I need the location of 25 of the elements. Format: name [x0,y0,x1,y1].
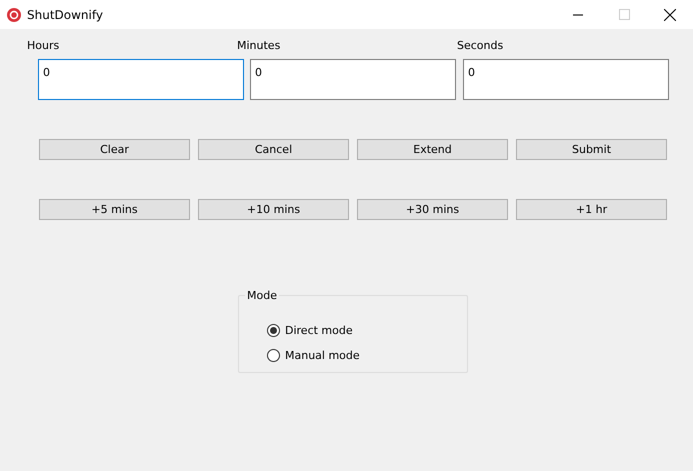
field-label: Minutes [237,39,282,53]
radio-label: Manual mode [285,349,360,362]
action-button[interactable]: Clear [39,139,190,160]
radio-button[interactable] [267,349,280,362]
window-title: ShutDownify [27,8,104,22]
group-title: Mode [246,289,278,302]
maximize-icon [618,9,630,20]
radio-button[interactable] [267,324,280,337]
extend-time-button[interactable]: +10 mins [198,199,349,220]
action-button[interactable]: Extend [357,139,508,160]
radio-label: Direct mode [285,324,353,337]
number-field[interactable]: 0 [250,59,456,100]
extend-time-button[interactable]: +1 hr [516,199,667,220]
close-icon [664,8,676,20]
field-label: Seconds [457,39,504,53]
number-field[interactable]: 0 [463,59,669,100]
number-field[interactable]: 0 [38,59,244,100]
radio-option[interactable]: Direct mode [267,324,467,337]
radio-option[interactable]: Manual mode [267,349,467,362]
action-button[interactable]: Cancel [198,139,349,160]
field-label: Hours [27,39,60,53]
power-icon [7,8,21,22]
action-button[interactable]: Submit [516,139,667,160]
extend-time-button[interactable]: +5 mins [39,199,190,220]
extend-time-button[interactable]: +30 mins [357,199,508,220]
